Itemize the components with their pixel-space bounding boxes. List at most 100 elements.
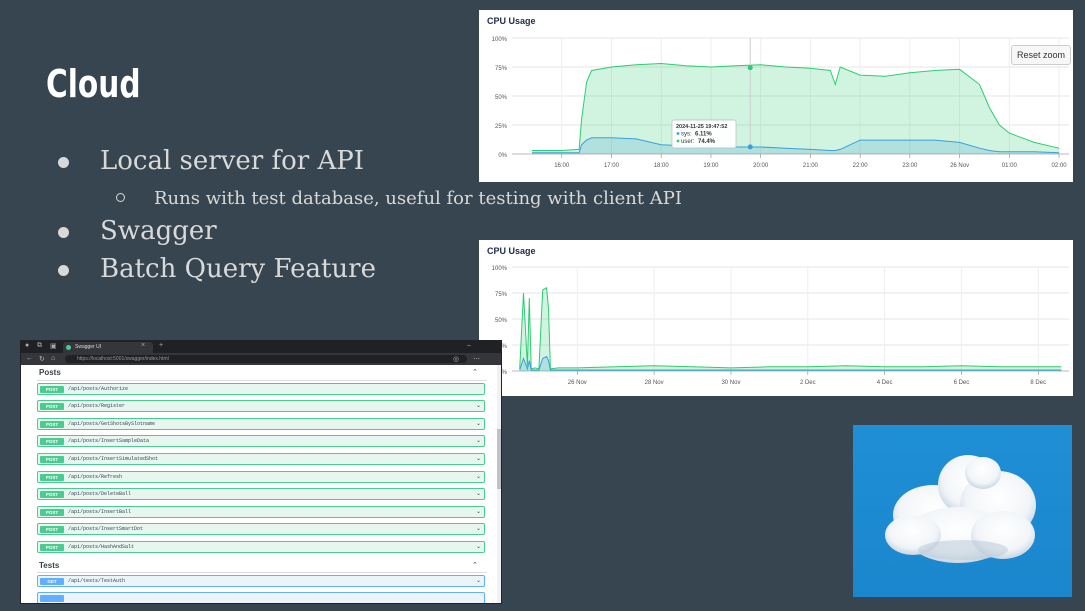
user-hover-point — [747, 65, 753, 71]
tab-title: Swagger UI — [75, 344, 102, 350]
op-path: /api/posts/InsertSmartDot — [68, 526, 144, 532]
swagger-favicon-icon — [66, 345, 71, 350]
op-test-auth[interactable]: GET /api/tests/TestAuth ⌄ — [37, 575, 485, 587]
tab-actions-icon[interactable]: ▣ — [50, 342, 57, 350]
section-tests-title[interactable]: Tests — [39, 561, 59, 570]
home-icon[interactable]: ⌂ — [51, 355, 55, 362]
reset-zoom-button[interactable]: Reset zoom — [1011, 45, 1072, 65]
series-area-user — [519, 287, 1062, 371]
y-tick-label: 75% — [495, 292, 508, 298]
chevron-down-icon[interactable]: ⌄ — [476, 490, 481, 497]
tooltip-user-dot-icon — [676, 139, 680, 143]
cloud-icon — [885, 455, 1036, 563]
x-tick-label: 20:00 — [753, 163, 769, 169]
swagger-content: Posts ⌃ POST /api/posts/Authorize POST /… — [21, 365, 501, 603]
workspaces-icon[interactable]: ⧉ — [37, 342, 42, 350]
tooltip-sys-dot-icon — [676, 132, 680, 135]
chevron-down-icon[interactable]: ⌄ — [476, 473, 481, 480]
op-register[interactable]: POST /api/posts/Register ⌄ — [37, 400, 485, 412]
tooltip-time: 2024-11-25 19:47:52 — [676, 124, 727, 130]
method-badge: POST — [40, 403, 64, 410]
chevron-down-icon[interactable]: ⌄ — [476, 437, 481, 444]
chevron-down-icon[interactable]: ⌄ — [476, 525, 481, 532]
method-badge: POST — [40, 509, 64, 516]
url-field[interactable]: https://localhost:5001/swagger/index.htm… — [65, 355, 467, 363]
bullet-dot-icon — [58, 265, 69, 276]
profile-icon[interactable]: ● — [25, 342, 29, 349]
op-refresh[interactable]: POST /api/posts/Refresh ⌄ — [37, 471, 485, 483]
y-tick-label: 50% — [495, 95, 508, 101]
section-divider — [37, 572, 487, 573]
reload-icon[interactable]: ↻ — [39, 355, 45, 363]
method-badge: POST — [40, 491, 64, 498]
method-badge: POST — [40, 456, 64, 463]
x-tick-label: 22:00 — [853, 163, 869, 169]
x-tick-label: 16:00 — [554, 163, 570, 169]
op-delete-ball[interactable]: POST /api/posts/DeleteBall ⌄ — [37, 488, 485, 500]
tooltip-sys-label: sys: — [681, 132, 692, 138]
chevron-up-icon[interactable]: ⌃ — [472, 368, 478, 376]
op-authorize[interactable]: POST /api/posts/Authorize — [37, 383, 485, 395]
sub-bullet-text: Runs with test database, useful for test… — [154, 188, 683, 209]
back-icon[interactable]: ← — [26, 355, 33, 362]
x-tick-label: 6 Dec — [954, 380, 970, 386]
browser-tab[interactable]: Swagger UI — [63, 342, 153, 353]
x-tick-label: 21:00 — [803, 163, 819, 169]
chevron-down-icon[interactable]: ⌄ — [476, 402, 481, 409]
op-insert-ball[interactable]: POST /api/posts/InsertBall ⌄ — [37, 506, 485, 518]
y-tick-label: 25% — [495, 124, 508, 130]
x-tick-label: 2 Dec — [800, 380, 816, 386]
tooltip-user-label: user: — [681, 139, 695, 145]
new-tab-icon[interactable]: + — [159, 342, 163, 349]
sub-bullet-ring-icon — [116, 193, 125, 202]
op-path: /api/posts/InsertBall — [68, 509, 132, 515]
minimize-icon[interactable]: – — [467, 342, 471, 349]
tooltip-sys-value: 6.11% — [695, 132, 712, 138]
op-path: /api/posts/Authorize — [68, 386, 129, 392]
extensions-icon[interactable]: ⋯ — [473, 355, 480, 363]
browser-tab-bar: ● ⧉ ▣ Swagger UI × + – — [21, 341, 501, 353]
op-path: /api/posts/Refresh — [68, 474, 123, 480]
y-tick-label: 0% — [498, 153, 507, 159]
x-tick-label: 26 Nov — [950, 163, 969, 169]
x-tick-label: 01:00 — [1002, 163, 1018, 169]
x-tick-label: 19:00 — [703, 163, 719, 169]
op-insert-sample-data[interactable]: POST /api/posts/InsertSampleData ⌄ — [37, 435, 485, 447]
method-badge — [40, 595, 64, 602]
chart-title: CPU Usage — [487, 16, 536, 26]
method-badge: POST — [40, 474, 64, 481]
method-badge: GET — [40, 578, 64, 585]
chevron-down-icon[interactable]: ⌄ — [476, 508, 481, 515]
chevron-down-icon[interactable]: ⌄ — [476, 543, 481, 550]
op-path: /api/tests/TestAuth — [68, 578, 126, 584]
op-path: /api/posts/HashAndSalt — [68, 544, 135, 550]
op-insert-simulated-shot[interactable]: POST /api/posts/InsertSimulatedShot ⌄ — [37, 453, 485, 465]
x-tick-label: 18:00 — [654, 163, 670, 169]
scrollbar-thumb[interactable] — [497, 429, 501, 489]
tab-close-icon[interactable]: × — [141, 342, 145, 349]
x-tick-label: 4 Dec — [877, 380, 893, 386]
cpu-chart-1: CPU Usage 100% 75% 50% 25% 0% 16:00 17:00 18:00 1… — [479, 10, 1073, 182]
chevron-down-icon[interactable]: ⌄ — [476, 455, 481, 462]
cpu-chart-2-svg: CPU Usage100%75%50%25%0%26 Nov28 Nov30 N… — [487, 246, 1069, 386]
cloud-photo — [853, 425, 1072, 597]
op-hash-and-salt[interactable]: POST /api/posts/HashAndSalt ⌄ — [37, 541, 485, 553]
op-get-shots[interactable]: POST /api/posts/GetShotsBySlotname ⌄ — [37, 418, 485, 430]
tooltip-user-value: 74.4% — [698, 139, 716, 145]
op-insert-smart-dot[interactable]: POST /api/posts/InsertSmartDot ⌄ — [37, 523, 485, 535]
op-partial-row[interactable] — [37, 592, 485, 603]
x-tick-label: 02:00 — [1052, 163, 1068, 169]
op-path: /api/posts/InsertSimulatedShot — [68, 456, 159, 462]
chevron-up-icon[interactable]: ⌃ — [472, 561, 478, 569]
chevron-down-icon[interactable]: ⌄ — [476, 420, 481, 427]
chevron-down-icon[interactable]: ⌄ — [476, 577, 481, 584]
sys-hover-point — [747, 144, 753, 150]
bullet-dot-icon — [58, 157, 69, 168]
section-posts-title[interactable]: Posts — [39, 368, 61, 377]
x-tick-label: 28 Nov — [645, 380, 664, 386]
zoom-icon[interactable]: ◎ — [453, 355, 459, 363]
x-tick-label: 30 Nov — [721, 380, 740, 386]
slide-title: Cloud — [46, 62, 141, 106]
y-tick-label: 50% — [495, 318, 508, 324]
y-tick-label: 100% — [492, 37, 508, 43]
